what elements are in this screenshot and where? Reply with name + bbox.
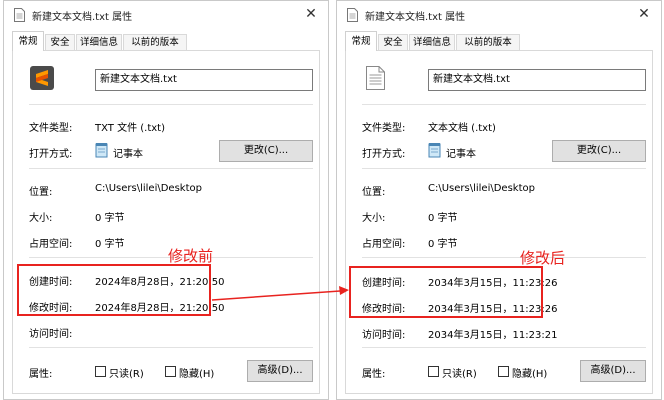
divider <box>362 257 646 258</box>
file-type-value: TXT 文件 (.txt) <box>95 123 165 134</box>
attributes-label: 属性: <box>29 369 53 380</box>
readonly-label: 只读(R) <box>442 369 477 380</box>
tab-security[interactable]: 安全 <box>378 34 408 50</box>
divider <box>362 104 646 105</box>
general-panel: 新建文本文档.txt 文件类型: 文本文档 (.txt) 打开方式: 记事本 更… <box>345 50 653 394</box>
tab-security[interactable]: 安全 <box>45 34 75 50</box>
document-icon <box>347 8 358 22</box>
hidden-checkbox[interactable] <box>498 366 509 377</box>
size-value: 0 字节 <box>95 213 125 224</box>
general-panel: 新建文本文档.txt 文件类型: TXT 文件 (.txt) 打开方式: 记事本… <box>12 50 320 394</box>
filename-field[interactable]: 新建文本文档.txt <box>428 69 646 91</box>
size-value: 0 字节 <box>428 213 458 224</box>
highlight-box-after <box>349 266 543 318</box>
tab-previous-versions[interactable]: 以前的版本 <box>123 34 187 50</box>
size-on-disk-value: 0 字节 <box>428 239 458 250</box>
hidden-label: 隐藏(H) <box>179 369 215 380</box>
hidden-label: 隐藏(H) <box>512 369 548 380</box>
before-label: 修改前 <box>168 247 214 265</box>
open-with-label: 打开方式: <box>362 149 406 160</box>
open-with-label: 打开方式: <box>29 149 73 160</box>
location-label: 位置: <box>362 187 386 198</box>
size-on-disk-value: 0 字节 <box>95 239 125 250</box>
close-icon[interactable]: ✕ <box>635 5 653 23</box>
divider <box>362 168 646 169</box>
change-button[interactable]: 更改(C)... <box>219 140 313 162</box>
window-title: 新建文本文档.txt 属性 <box>32 12 133 23</box>
title-bar: 新建文本文档.txt 属性 ✕ <box>4 1 328 29</box>
readonly-checkbox[interactable] <box>95 366 106 377</box>
readonly-checkbox[interactable] <box>428 366 439 377</box>
sublime-text-icon <box>30 66 54 90</box>
size-on-disk-label: 占用空间: <box>362 239 406 250</box>
tab-general[interactable]: 常规 <box>12 31 44 51</box>
notepad-icon <box>428 143 441 158</box>
properties-dialog-right: 新建文本文档.txt 属性 ✕ 常规 安全 详细信息 以前的版本 新建文本文档.… <box>336 0 662 400</box>
location-label: 位置: <box>29 187 53 198</box>
size-label: 大小: <box>29 213 53 224</box>
text-document-icon <box>366 66 385 90</box>
tab-general[interactable]: 常规 <box>345 31 377 51</box>
notepad-icon <box>95 143 108 158</box>
tab-details[interactable]: 详细信息 <box>76 34 122 50</box>
attributes-label: 属性: <box>362 369 386 380</box>
tab-previous-versions[interactable]: 以前的版本 <box>456 34 520 50</box>
properties-dialog-left: 新建文本文档.txt 属性 ✕ 常规 安全 详细信息 以前的版本 新建文本文档.… <box>3 0 329 400</box>
title-bar: 新建文本文档.txt 属性 ✕ <box>337 1 661 29</box>
divider <box>29 168 313 169</box>
advanced-button[interactable]: 高级(D)... <box>580 360 646 382</box>
advanced-button[interactable]: 高级(D)... <box>247 360 313 382</box>
open-with-value: 记事本 <box>113 149 143 160</box>
hidden-checkbox[interactable] <box>165 366 176 377</box>
file-type-label: 文件类型: <box>29 123 73 134</box>
close-icon[interactable]: ✕ <box>302 5 320 23</box>
divider <box>29 104 313 105</box>
accessed-label: 访问时间: <box>29 329 73 340</box>
divider <box>362 347 646 348</box>
location-value: C:\Users\lilei\Desktop <box>95 183 202 194</box>
location-value: C:\Users\lilei\Desktop <box>428 183 535 194</box>
file-type-label: 文件类型: <box>362 123 406 134</box>
window-title: 新建文本文档.txt 属性 <box>365 12 466 23</box>
highlight-box-before <box>17 264 211 316</box>
readonly-label: 只读(R) <box>109 369 144 380</box>
accessed-value: 2034年3月15日，11:23:21 <box>428 330 558 341</box>
size-label: 大小: <box>362 213 386 224</box>
accessed-label: 访问时间: <box>362 330 406 341</box>
filename-field[interactable]: 新建文本文档.txt <box>95 69 313 91</box>
tab-details[interactable]: 详细信息 <box>409 34 455 50</box>
after-label: 修改后 <box>520 249 566 267</box>
document-icon <box>14 8 25 22</box>
change-button[interactable]: 更改(C)... <box>552 140 646 162</box>
size-on-disk-label: 占用空间: <box>29 239 73 250</box>
divider <box>29 347 313 348</box>
open-with-value: 记事本 <box>446 149 476 160</box>
file-type-value: 文本文档 (.txt) <box>428 123 496 134</box>
